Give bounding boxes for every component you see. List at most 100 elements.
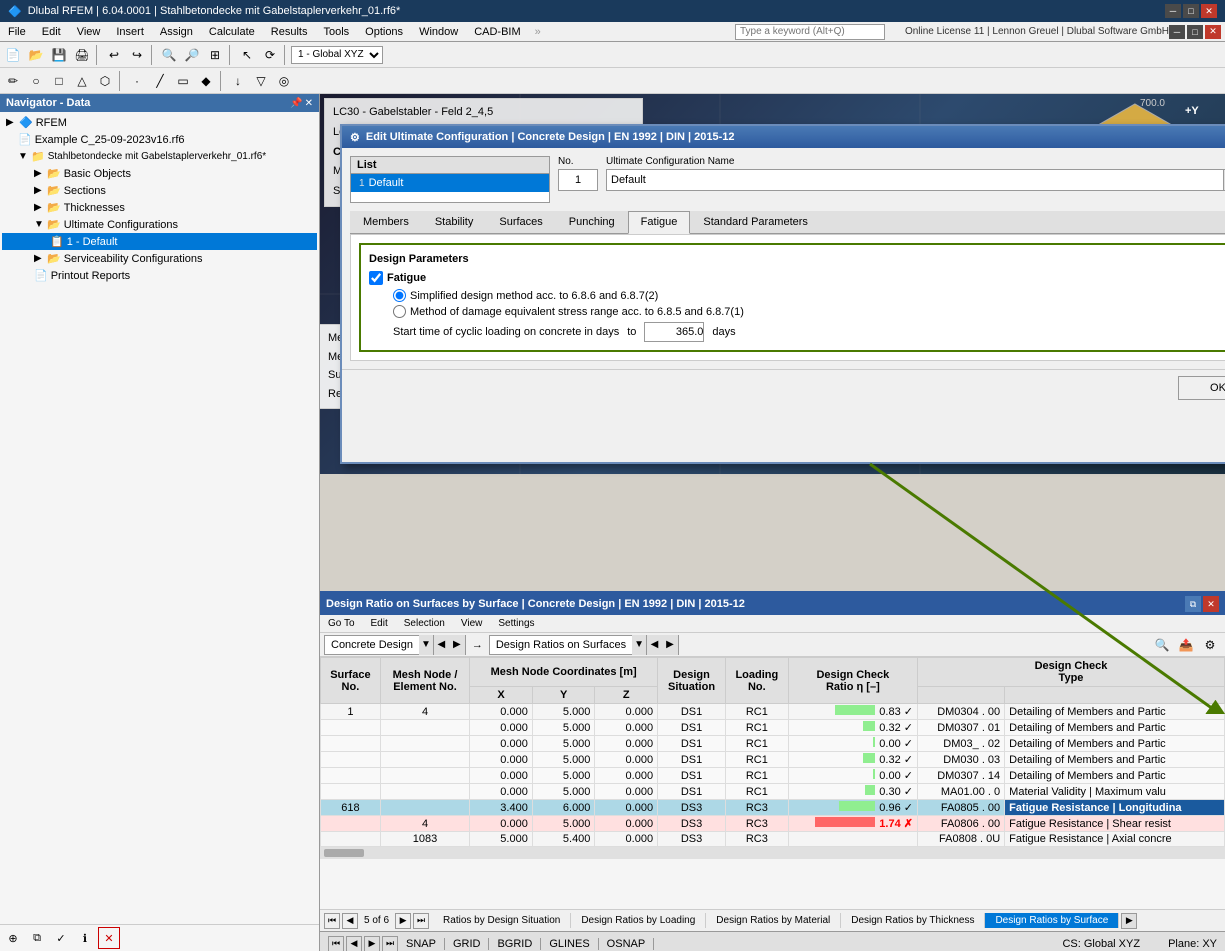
menu-insert[interactable]: Insert [108, 24, 152, 40]
toggle-project[interactable]: ▼ [18, 151, 28, 162]
status-prev-button[interactable]: ◀ [346, 936, 362, 951]
tb-select[interactable]: ↖ [236, 44, 258, 66]
nav-close-button[interactable]: ✕ [305, 98, 313, 109]
tab-members[interactable]: Members [350, 211, 422, 233]
tb2-5[interactable]: ⬡ [94, 70, 116, 92]
menu-results[interactable]: Results [263, 24, 316, 40]
close-button[interactable]: ✕ [1201, 4, 1217, 18]
results-table-container[interactable]: SurfaceNo. Mesh Node /Element No. Mesh N… [320, 657, 1225, 909]
radio-simplified[interactable] [393, 289, 406, 302]
table-dropdown-icon[interactable]: ▼ [632, 635, 646, 655]
toggle-rfem[interactable]: ▶ [6, 117, 16, 128]
tab-standard-params[interactable]: Standard Parameters [690, 211, 821, 233]
tab-design-ratios-by-thickness[interactable]: Design Ratios by Thickness [841, 913, 985, 928]
menu-file[interactable]: File [0, 24, 34, 40]
tab-stability[interactable]: Stability [422, 211, 487, 233]
tb2-support[interactable]: ▽ [250, 70, 272, 92]
table-next-button[interactable]: ▶ [662, 635, 678, 655]
tb-new[interactable]: 📄 [2, 44, 24, 66]
menu-options[interactable]: Options [357, 24, 411, 40]
table-row[interactable]: 1083 5.000 5.400 0.000 DS3 RC3 FA0808 . … [321, 832, 1225, 847]
tb-undo[interactable]: ↩ [103, 44, 125, 66]
results-close-button[interactable]: ✕ [1203, 596, 1219, 612]
toggle-basic[interactable]: ▶ [34, 168, 44, 179]
status-bgrid[interactable]: BGRID [497, 938, 541, 950]
results-view[interactable]: View [453, 616, 491, 631]
table-row[interactable]: 0.000 5.000 0.000 DS1 RC1 0.32 ✓ DM030 .… [321, 752, 1225, 768]
menu-view[interactable]: View [69, 24, 109, 40]
status-last-button[interactable]: ⏭ [382, 936, 398, 951]
status-grid[interactable]: GRID [453, 938, 490, 950]
status-next-button[interactable]: ▶ [364, 936, 380, 951]
tb2-4[interactable]: △ [71, 70, 93, 92]
tb-open[interactable]: 📂 [25, 44, 47, 66]
results-restore-button[interactable]: ⧉ [1185, 596, 1201, 612]
tb-zoom-in[interactable]: 🔍 [158, 44, 180, 66]
start-time-input[interactable] [644, 322, 704, 342]
no-input[interactable] [558, 169, 598, 191]
module-prev-button[interactable]: ◀ [433, 635, 449, 655]
page-prev-button[interactable]: ◀ [342, 913, 358, 929]
table-row[interactable]: 0.000 5.000 0.000 DS1 RC1 0.00 ✓ DM0307 … [321, 768, 1225, 784]
table-row[interactable]: 1 4 0.000 5.000 0.000 DS1 RC1 0.83 ✓ DM0… [321, 704, 1225, 720]
nav-item-basic[interactable]: ▶ 📂 Basic Objects [2, 165, 317, 182]
menu-tools[interactable]: Tools [315, 24, 357, 40]
page-next-button[interactable]: ▶ [395, 913, 411, 929]
page-first-button[interactable]: ⏮ [324, 913, 340, 929]
tab-punching[interactable]: Punching [556, 211, 628, 233]
table-row[interactable]: 4 0.000 5.000 0.000 DS3 RC3 1.74 ✗ FA080… [321, 816, 1225, 832]
toggle-thicknesses[interactable]: ▶ [34, 202, 44, 213]
maximize-button[interactable]: □ [1183, 4, 1199, 18]
tb2-3[interactable]: □ [48, 70, 70, 92]
nav-tb-add[interactable]: ⊕ [2, 927, 24, 949]
toggle-ultimate[interactable]: ▼ [34, 219, 44, 230]
tb2-hinge[interactable]: ◎ [273, 70, 295, 92]
table-row[interactable]: 618 3.400 6.000 0.000 DS3 RC3 0.96 ✓ FA0… [321, 800, 1225, 816]
results-tb-export[interactable]: 📤 [1175, 634, 1197, 656]
nav-item-default[interactable]: 📋 1 - Default [2, 233, 317, 250]
tb2-surface[interactable]: ▭ [172, 70, 194, 92]
tb2-load[interactable]: ↓ [227, 70, 249, 92]
nav-item-project[interactable]: ▼ 📁 Stahlbetondecke mit Gabelstaplerverk… [2, 148, 317, 165]
nav-tb-check[interactable]: ✓ [50, 927, 72, 949]
menu-minimize-button[interactable]: ─ [1169, 25, 1185, 39]
results-edit[interactable]: Edit [363, 616, 396, 631]
menu-maximize-button[interactable]: □ [1187, 25, 1203, 39]
tb2-2[interactable]: ○ [25, 70, 47, 92]
config-name-input[interactable] [606, 169, 1224, 191]
tb-redo[interactable]: ↪ [126, 44, 148, 66]
tb-zoom-all[interactable]: ⊞ [204, 44, 226, 66]
menu-cad-bim[interactable]: CAD-BIM [466, 24, 528, 40]
nav-item-rfem[interactable]: ▶ 🔷 RFEM [2, 114, 317, 131]
results-settings[interactable]: Settings [490, 616, 542, 631]
status-snap[interactable]: SNAP [406, 938, 445, 950]
nav-item-thicknesses[interactable]: ▶ 📂 Thicknesses [2, 199, 317, 216]
ok-button[interactable]: OK [1178, 376, 1225, 400]
nav-item-serviceability[interactable]: ▶ 📂 Serviceability Configurations [2, 250, 317, 267]
nav-item-example[interactable]: 📄 Example C_25-09-2023v16.rf6 [2, 131, 317, 148]
results-selection[interactable]: Selection [396, 616, 453, 631]
status-glines[interactable]: GLINES [549, 938, 598, 950]
menu-window[interactable]: Window [411, 24, 466, 40]
tab-fatigue[interactable]: Fatigue [628, 211, 691, 234]
tb2-1[interactable]: ✏ [2, 70, 24, 92]
fatigue-checkbox[interactable] [369, 271, 383, 285]
tabs-scroll-right[interactable]: ▶ [1121, 913, 1137, 929]
module-next-button[interactable]: ▶ [449, 635, 465, 655]
view-combo[interactable]: 1 - Global XYZ [291, 46, 383, 64]
tb2-node[interactable]: · [126, 70, 148, 92]
nav-tb-delete[interactable]: ✕ [98, 927, 120, 949]
tb2-solid[interactable]: ◆ [195, 70, 217, 92]
radio-damage[interactable] [393, 305, 406, 318]
nav-item-ultimate[interactable]: ▼ 📂 Ultimate Configurations [2, 216, 317, 233]
tab-design-ratios-by-loading[interactable]: Design Ratios by Loading [571, 913, 706, 928]
toggle-sections[interactable]: ▶ [34, 185, 44, 196]
nav-pin-button[interactable]: 📌 [290, 98, 302, 109]
table-prev-button[interactable]: ◀ [646, 635, 662, 655]
list-item-1[interactable]: 1 Default [351, 174, 549, 192]
nav-item-sections[interactable]: ▶ 📂 Sections [2, 182, 317, 199]
tab-surfaces[interactable]: Surfaces [486, 211, 555, 233]
table-row[interactable]: 0.000 5.000 0.000 DS1 RC1 0.00 ✓ DM03_ .… [321, 736, 1225, 752]
minimize-button[interactable]: ─ [1165, 4, 1181, 18]
nav-tb-info[interactable]: ℹ [74, 927, 96, 949]
